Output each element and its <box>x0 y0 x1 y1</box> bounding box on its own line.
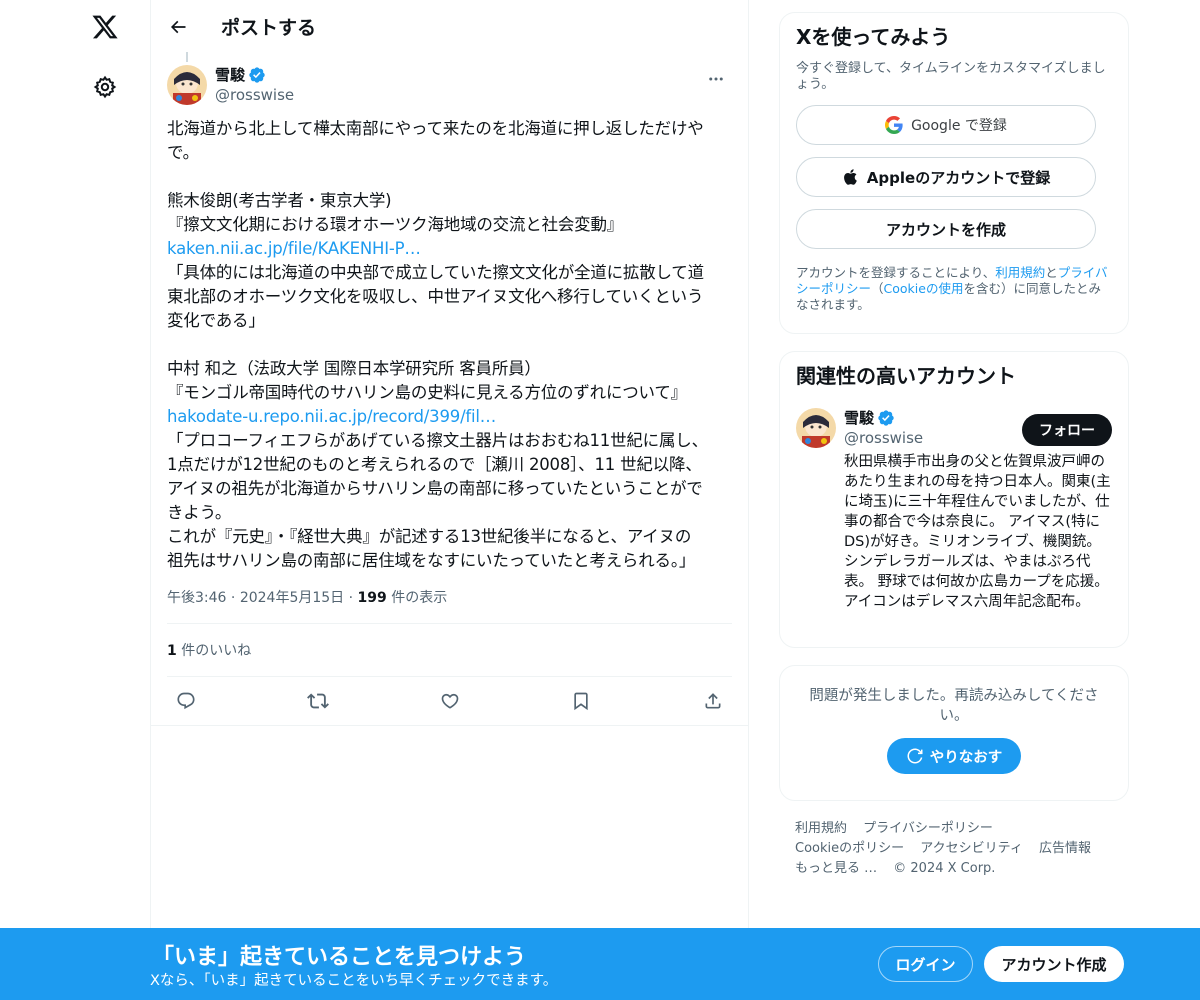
bookmark-icon[interactable] <box>566 686 596 716</box>
related-title: 関連性の高いアカウント <box>796 364 1016 388</box>
related-account[interactable]: 雪駿 @rosswise 秋田県横手市出身の父と佐賀県波戸岬のあたり生まれの母を… <box>796 408 1112 612</box>
post-text-line: 祖先はサハリン島の南部に居住域をなすにいたっていたと考えられる。」 <box>167 551 696 570</box>
apple-icon <box>843 169 857 185</box>
create-account-label: アカウントを作成 <box>885 220 1006 239</box>
views-count: 199 <box>357 590 387 606</box>
create-account-button[interactable]: アカウントを作成 <box>796 209 1096 249</box>
apple-signup-button[interactable]: Appleのアカウントで登録 <box>796 157 1096 197</box>
signup-card: Xを使ってみよう 今すぐ登録して、タイムラインをカスタマイズしましょう。 Goo… <box>779 12 1129 334</box>
post: 雪駿 @rosswise 北海道から北上して樺太南部にやって来たのを北海道に押し… <box>151 52 748 726</box>
post-text-line: これが『元史』・『経世大典』が記述する13世紀後半になると、アイヌの <box>167 527 692 546</box>
post-text-line: 北海道から北上して樺太南部にやって来たのを北海道に押し返しただけや <box>167 119 704 138</box>
banner-create-account-button[interactable]: アカウント作成 <box>984 946 1124 982</box>
retry-button[interactable]: やりなおす <box>887 738 1021 774</box>
post-text-line: 「プロコーフィエフらがあげている擦文土器片はおおむね11世紀に属し、 <box>167 431 708 450</box>
footer-accessibility-link[interactable]: アクセシビリティ <box>920 841 1023 856</box>
avatar[interactable] <box>796 408 836 448</box>
retry-label: やりなおす <box>929 749 1003 766</box>
footer-ads-link[interactable]: 広告情報 <box>1039 841 1091 856</box>
post-date[interactable]: 2024年5月15日 <box>240 590 344 606</box>
related-name[interactable]: 雪駿 <box>844 408 874 428</box>
post-text-line: 「具体的には北海道の中央部で成立していた擦文文化が全道に拡散して道 <box>167 263 704 282</box>
related-bio: 秋田県横手市出身の父と佐賀県波戸岬のあたり生まれの母を持つ日本人。関東(主に埼玉… <box>844 454 1111 610</box>
likes-count: 1 <box>167 643 177 659</box>
author-name[interactable]: 雪駿 <box>215 65 245 85</box>
apple-signup-label: Appleのアカウントで登録 <box>866 168 1051 187</box>
settings-gear-icon[interactable] <box>90 72 120 102</box>
post-link-hakodate[interactable]: hakodate-u.repo.nii.ac.jp/record/399/fil… <box>167 407 496 426</box>
signup-legal: アカウントを登録することにより、利用規約とプライバシーポリシー（Cookieの使… <box>796 265 1112 313</box>
error-message: 問題が発生しました。再読み込みしてください。 <box>809 688 1099 724</box>
page-header: ポストする <box>151 0 748 53</box>
follow-button[interactable]: フォロー <box>1022 414 1112 446</box>
likes-row[interactable]: 1 件のいいね <box>167 624 732 677</box>
banner-subtitle: Xなら、「いま」起きていることをいち早くチェックできます。 <box>150 973 558 989</box>
avatar[interactable] <box>167 65 207 105</box>
post-link-kaken[interactable]: kaken.nii.ac.jp/file/KAKENHI-P… <box>167 239 421 258</box>
footer-copyright: © 2024 X Corp. <box>893 861 996 876</box>
bottom-signup-banner: 「いま」起きていることを見つけよう Xなら、「いま」起きていることをいち早くチェ… <box>0 928 1200 1000</box>
login-button[interactable]: ログイン <box>878 946 973 982</box>
views-label: 件の表示 <box>391 590 448 606</box>
related-accounts-card: 関連性の高いアカウント 雪駿 @rosswise 秋田県横手市出身の父と佐賀県波… <box>779 351 1129 648</box>
banner-title: 「いま」起きていることを見つけよう <box>152 945 527 970</box>
google-icon <box>885 116 903 134</box>
post-text-line: 1点だけが12世紀のものと考えられるので［瀬川 2008］、11 世紀以降、 <box>167 455 702 474</box>
google-signup-label: Google で登録 <box>911 118 1007 134</box>
cookie-link[interactable]: Cookieの使用 <box>884 281 964 296</box>
footer-privacy-link[interactable]: プライバシーポリシー <box>863 821 993 836</box>
post-time[interactable]: 午後3:46 <box>167 590 226 606</box>
post-text-line: 『モンゴル帝国時代のサハリン島の史料に見える方位のずれについて』 <box>167 383 687 402</box>
legal-text: アカウントを登録することにより、 <box>796 265 996 280</box>
like-heart-icon[interactable] <box>435 686 465 716</box>
sidebar-footer: 利用規約 プライバシーポリシー Cookieのポリシー アクセシビリティ 広告情… <box>779 819 1129 879</box>
post-text-line: 熊木俊朗(考古学者・東京大学) <box>167 191 392 210</box>
back-arrow-icon[interactable] <box>165 14 191 40</box>
post-text-line: 中村 和之（法政大学 国際日本学研究所 客員所員） <box>167 359 541 378</box>
legal-text: と <box>1045 265 1058 280</box>
post-text-line: 変化である」 <box>167 311 265 330</box>
error-card: 問題が発生しました。再読み込みしてください。 やりなおす <box>779 665 1129 801</box>
google-signup-button[interactable]: Google で登録 <box>796 105 1096 145</box>
author-handle[interactable]: @rosswise <box>215 85 294 105</box>
verified-badge-icon <box>249 67 265 83</box>
post-author: 雪駿 @rosswise <box>167 53 732 105</box>
verified-badge-icon <box>878 410 894 426</box>
terms-link[interactable]: 利用規約 <box>995 265 1045 280</box>
post-meta: 午後3:46 · 2024年5月15日 · 199 件の表示 <box>167 587 732 624</box>
more-options-icon[interactable] <box>702 65 730 93</box>
share-icon[interactable] <box>698 686 728 716</box>
footer-terms-link[interactable]: 利用規約 <box>795 821 847 836</box>
refresh-icon <box>907 748 923 764</box>
post-text: 北海道から北上して樺太南部にやって来たのを北海道に押し返しただけや で。 熊木俊… <box>167 117 732 573</box>
reply-icon[interactable] <box>171 686 201 716</box>
post-text-line: アイヌの祖先が北海道からサハリン島の南部に移っていたということがで <box>167 479 703 498</box>
legal-text: （ <box>871 281 884 296</box>
signup-subtitle: 今すぐ登録して、タイムラインをカスタマイズしましょう。 <box>796 61 1106 92</box>
footer-cookie-link[interactable]: Cookieのポリシー <box>795 841 904 856</box>
main-column: ポストする 雪駿 @rosswise 北海道から北上して樺太南部にやって来たのを… <box>150 0 749 1000</box>
post-text-line: きよう。 <box>167 503 232 522</box>
right-sidebar: Xを使ってみよう 今すぐ登録して、タイムラインをカスタマイズしましょう。 Goo… <box>779 0 1129 879</box>
post-text-line: で。 <box>167 143 199 162</box>
divider <box>151 725 748 726</box>
x-logo-icon[interactable] <box>88 10 122 44</box>
left-nav <box>0 0 150 1000</box>
repost-icon[interactable] <box>303 686 333 716</box>
signup-title: Xを使ってみよう <box>796 25 951 49</box>
page-title: ポストする <box>221 17 317 39</box>
likes-label: 件のいいね <box>181 643 252 659</box>
footer-more-link[interactable]: もっと見る … <box>795 861 877 876</box>
post-actions <box>167 677 732 725</box>
post-text-line: 『擦文文化期における環オホーツク海地域の交流と社会変動』 <box>167 215 624 234</box>
post-text-line: 東北部のオホーツク文化を吸収し、中世アイヌ文化へ移行していくという <box>167 287 704 306</box>
